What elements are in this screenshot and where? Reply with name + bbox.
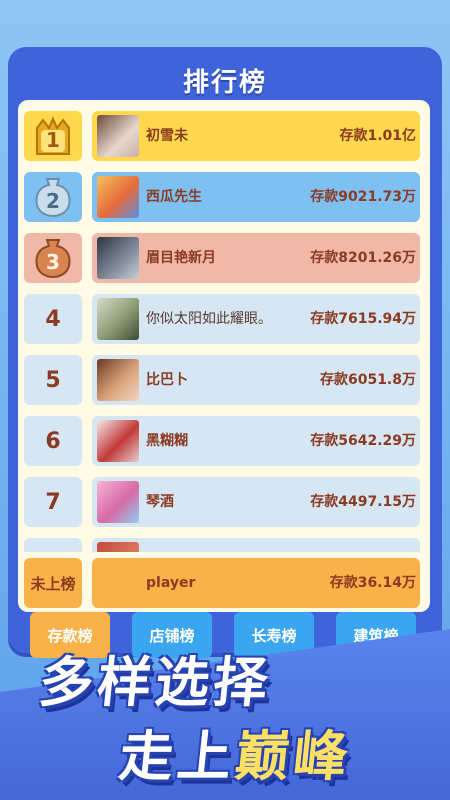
name-box: 初雪未 存款1.01亿 <box>92 111 420 161</box>
gold-crown-icon: 1 <box>31 114 75 158</box>
player-name: 琴酒 <box>146 494 174 510</box>
slogan-line-2-prefix: 走上 <box>116 725 239 788</box>
ranking-row-4[interactable]: 4 你似太阳如此耀眼。 存款7615.94万 <box>18 294 430 346</box>
avatar <box>97 176 139 218</box>
player-name: 西瓜先生 <box>146 189 202 205</box>
avatar <box>97 481 139 523</box>
panel-title: 排行榜 <box>182 68 267 98</box>
rank-number: 5 <box>24 355 82 405</box>
name-box: 比巴卜 存款6051.8万 <box>92 355 420 405</box>
slogan-line-2: 走上巅峰 <box>116 712 356 791</box>
deposit-amount: 存款36.14万 <box>329 575 416 591</box>
rank-badge-silver: 2 <box>24 172 82 222</box>
deposit-amount: 存款5642.29万 <box>310 433 416 449</box>
ranking-row-partial[interactable] <box>18 538 430 552</box>
player-name: 你似太阳如此耀眼。 <box>146 311 272 327</box>
ranking-row-2[interactable]: 2 西瓜先生 存款9021.73万 <box>18 172 430 224</box>
ranking-row-7[interactable]: 7 琴酒 存款4497.15万 <box>18 477 430 529</box>
rank-number: 7 <box>24 477 82 527</box>
deposit-amount: 存款9021.73万 <box>310 189 416 205</box>
slogan-line-2-highlight: 巅峰 <box>232 725 355 788</box>
name-box <box>92 538 420 552</box>
player-name: 比巴卜 <box>146 372 188 388</box>
avatar <box>97 420 139 462</box>
rank-badge-bronze: 3 <box>24 233 82 283</box>
silver-badge-icon: 2 <box>31 175 75 219</box>
player-name: player <box>146 575 196 591</box>
avatar <box>97 298 139 340</box>
name-box: 西瓜先生 存款9021.73万 <box>92 172 420 222</box>
name-box: 你似太阳如此耀眼。 存款7615.94万 <box>92 294 420 344</box>
deposit-amount: 存款4497.15万 <box>310 494 416 510</box>
rank-badge-gold: 1 <box>24 111 82 161</box>
self-ranking-row[interactable]: 未上榜 player 存款36.14万 <box>18 558 430 610</box>
ranking-row-1[interactable]: 1 初雪未 存款1.01亿 <box>18 111 430 163</box>
rank-number: 6 <box>24 416 82 466</box>
slogan-line-1: 多样选择 <box>36 651 275 714</box>
avatar <box>97 542 139 552</box>
name-box: 黑糊糊 存款5642.29万 <box>92 416 420 466</box>
ranking-row-3[interactable]: 3 眉目艳新月 存款8201.26万 <box>18 233 430 285</box>
player-name: 初雪未 <box>146 128 188 144</box>
player-name: 黑糊糊 <box>146 433 188 449</box>
name-box: player 存款36.14万 <box>92 558 420 608</box>
rank-box <box>24 538 82 552</box>
ranking-row-6[interactable]: 6 黑糊糊 存款5642.29万 <box>18 416 430 468</box>
deposit-amount: 存款8201.26万 <box>310 250 416 266</box>
avatar <box>97 115 139 157</box>
deposit-amount: 存款6051.8万 <box>319 372 416 388</box>
name-box: 琴酒 存款4497.15万 <box>92 477 420 527</box>
deposit-amount: 存款7615.94万 <box>310 311 416 327</box>
avatar <box>97 237 139 279</box>
name-box: 眉目艳新月 存款8201.26万 <box>92 233 420 283</box>
ranking-list[interactable]: 1 初雪未 存款1.01亿 2 西瓜先生 存款9021.73万 3 眉目艳新月 … <box>18 100 430 612</box>
player-name: 眉目艳新月 <box>146 250 216 266</box>
unranked-label: 未上榜 <box>24 558 82 608</box>
avatar <box>97 359 139 401</box>
deposit-amount: 存款1.01亿 <box>339 128 416 144</box>
bronze-badge-icon: 3 <box>31 236 75 280</box>
rank-number: 4 <box>24 294 82 344</box>
ranking-row-5[interactable]: 5 比巴卜 存款6051.8万 <box>18 355 430 407</box>
